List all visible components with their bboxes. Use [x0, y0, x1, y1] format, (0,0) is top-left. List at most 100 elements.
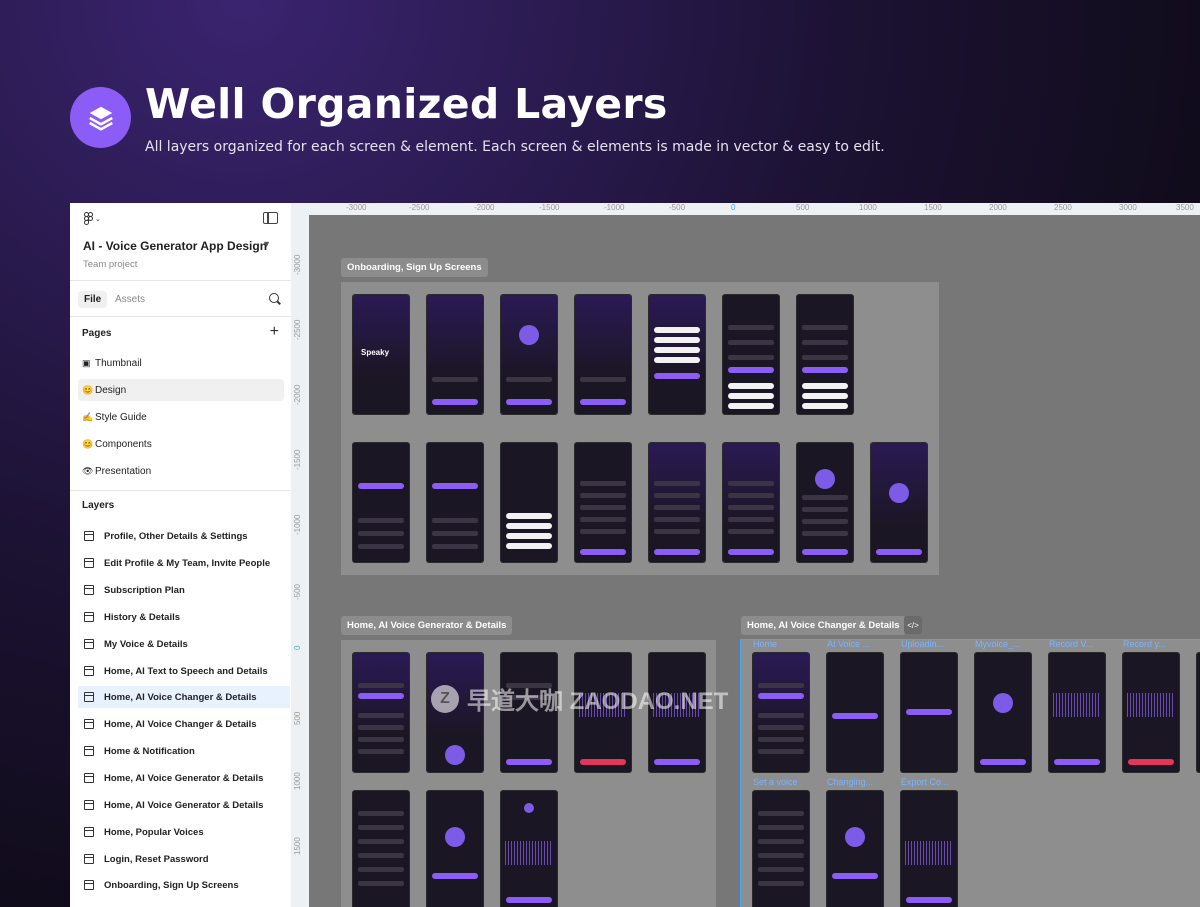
- figma-menu-button[interactable]: ⌄: [84, 212, 101, 225]
- screen-onboarding-3[interactable]: [575, 295, 631, 414]
- layer-item[interactable]: Home & Notification: [78, 740, 290, 762]
- ruler-tick: 3500: [1176, 203, 1194, 212]
- figma-logo-icon: [84, 212, 93, 225]
- ruler-tick: 0: [293, 645, 302, 650]
- frame-icon: [84, 639, 94, 649]
- layer-item[interactable]: Onboarding, Sign Up Screens: [78, 874, 290, 896]
- selection-outline: [740, 639, 1200, 907]
- search-icon[interactable]: [269, 293, 279, 303]
- pages-title: Pages: [82, 328, 112, 339]
- ruler-tick: 2000: [989, 203, 1007, 212]
- screen-splash[interactable]: Speaky: [353, 295, 409, 414]
- sidebar-header: ⌄ AI - Voice Generator App Design ▼ Team…: [70, 203, 291, 281]
- page-item-label: Style Guide: [95, 411, 147, 423]
- screen-changing-voice[interactable]: [427, 791, 483, 907]
- ruler-tick: 1500: [924, 203, 942, 212]
- ruler-tick: -2500: [409, 203, 430, 212]
- page-item-components[interactable]: 😊 Components: [78, 433, 284, 455]
- ruler-tick: 500: [293, 711, 302, 725]
- ruler-tick: 0: [731, 203, 736, 212]
- screen-sign-up[interactable]: [723, 295, 779, 414]
- emoji-icon: 😊: [82, 438, 94, 449]
- frame-icon: [84, 827, 94, 837]
- layer-label: Home, AI Voice Changer & Details: [104, 718, 257, 730]
- screen-onboarding-1[interactable]: [427, 295, 483, 414]
- watermark-logo-icon: Z: [431, 684, 459, 713]
- eye-icon: 👁: [82, 465, 94, 476]
- screen-verify-email[interactable]: [353, 443, 409, 562]
- design-canvas[interactable]: -3000 -2500 -2000 -1500 -1000 -500 0 500…: [291, 203, 1200, 907]
- section-label-voice-changer[interactable]: Home, AI Voice Changer & Details: [741, 616, 906, 635]
- ruler-tick: -2500: [293, 319, 302, 340]
- frame-icon: [84, 773, 94, 783]
- layer-label: Subscription Plan: [104, 584, 185, 596]
- panel-toggle-icon[interactable]: [263, 212, 278, 224]
- thumbnail-icon: ▣: [82, 357, 91, 368]
- ruler-top: -3000 -2500 -2000 -1500 -1000 -500 0 500…: [291, 203, 1200, 215]
- page-item-presentation[interactable]: 👁 Presentation: [78, 460, 284, 482]
- layer-item[interactable]: Home, AI Voice Generator & Details: [78, 767, 290, 789]
- layer-item[interactable]: Edit Profile & My Team, Invite People: [78, 552, 290, 574]
- frame-icon: [84, 854, 94, 864]
- ruler-tick: -500: [669, 203, 686, 212]
- tab-assets[interactable]: Assets: [115, 294, 145, 305]
- layer-item-selected[interactable]: Home, AI Voice Changer & Details: [78, 686, 290, 708]
- ruler-tick: 1000: [859, 203, 877, 212]
- screen-verify-email-2[interactable]: [427, 443, 483, 562]
- layer-item[interactable]: Login, Reset Password: [78, 848, 290, 870]
- screen-home[interactable]: [353, 653, 409, 772]
- screen-onboarding-2[interactable]: [501, 295, 557, 414]
- screen-sign-up-2[interactable]: [797, 295, 853, 414]
- layer-label: My Voice & Details: [104, 638, 188, 650]
- writing-hand-icon: ✍: [82, 411, 94, 422]
- ruler-tick: -3000: [293, 254, 302, 275]
- section-label-voice-generator[interactable]: Home, AI Voice Generator & Details: [341, 616, 513, 635]
- ruler-tick: 1000: [293, 772, 302, 790]
- hero-subtitle: All layers organized for each screen & e…: [145, 139, 885, 155]
- screen-export-completed[interactable]: [501, 791, 557, 907]
- screen-complete-profile[interactable]: [797, 443, 853, 562]
- code-icon[interactable]: </>: [904, 616, 922, 634]
- screen-signing-up[interactable]: [501, 443, 557, 562]
- ruler-tick: -1500: [539, 203, 560, 212]
- layer-label: Home, AI Voice Changer & Details: [104, 691, 257, 703]
- layer-item[interactable]: Home, AI Voice Changer & Details: [78, 713, 290, 735]
- layer-item[interactable]: My Voice & Details: [78, 633, 290, 655]
- page-item-label: Components: [95, 438, 152, 450]
- page-item-style-guide[interactable]: ✍ Style Guide: [78, 406, 284, 428]
- screen-account-created[interactable]: [871, 443, 927, 562]
- layer-item[interactable]: Subscription Plan: [78, 579, 290, 601]
- screen-content-kind[interactable]: [723, 443, 779, 562]
- layer-label: Home & Notification: [104, 745, 195, 757]
- layer-item[interactable]: History & Details: [78, 606, 290, 628]
- layer-item[interactable]: Home, AI Voice Generator & Details: [78, 794, 290, 816]
- layer-item[interactable]: Profile, Other Details & Settings: [78, 525, 290, 547]
- layer-label: History & Details: [104, 611, 181, 623]
- section-onboarding[interactable]: Speaky: [341, 282, 939, 575]
- frame-icon: [84, 692, 94, 702]
- chevron-down-icon: ⌄: [95, 215, 101, 223]
- section-label-onboarding[interactable]: Onboarding, Sign Up Screens: [341, 258, 488, 277]
- layer-item[interactable]: Home, Popular Voices: [78, 821, 290, 843]
- screen-lets-get-started[interactable]: [649, 295, 705, 414]
- ruler-tick: -2000: [474, 203, 495, 212]
- chevron-down-icon[interactable]: ▼: [262, 239, 271, 249]
- layer-label: Login, Reset Password: [104, 853, 209, 865]
- project-name[interactable]: AI - Voice Generator App Design: [83, 239, 267, 253]
- frame-icon: [84, 800, 94, 810]
- screen-how-many[interactable]: [649, 443, 705, 562]
- screen-select-voice[interactable]: [353, 791, 409, 907]
- emoji-icon: 😊: [82, 384, 94, 395]
- layer-label: Home, AI Text to Speech and Details: [104, 665, 268, 677]
- brand-logo: Speaky: [361, 348, 390, 357]
- tab-file[interactable]: File: [78, 291, 108, 308]
- page-item-design[interactable]: 😊 Design: [78, 379, 284, 401]
- page-item-thumbnail[interactable]: ▣ Thumbnail: [78, 352, 284, 374]
- layer-item[interactable]: Home, AI Text to Speech and Details: [78, 660, 290, 682]
- ruler-tick: 500: [796, 203, 810, 212]
- layers-icon: [70, 87, 131, 148]
- frame-icon: [84, 612, 94, 622]
- screen-learn-more[interactable]: [575, 443, 631, 562]
- pages-panel: Pages + ▣ Thumbnail 😊 Design ✍ Style Gui…: [70, 317, 291, 491]
- add-page-icon[interactable]: +: [270, 323, 279, 341]
